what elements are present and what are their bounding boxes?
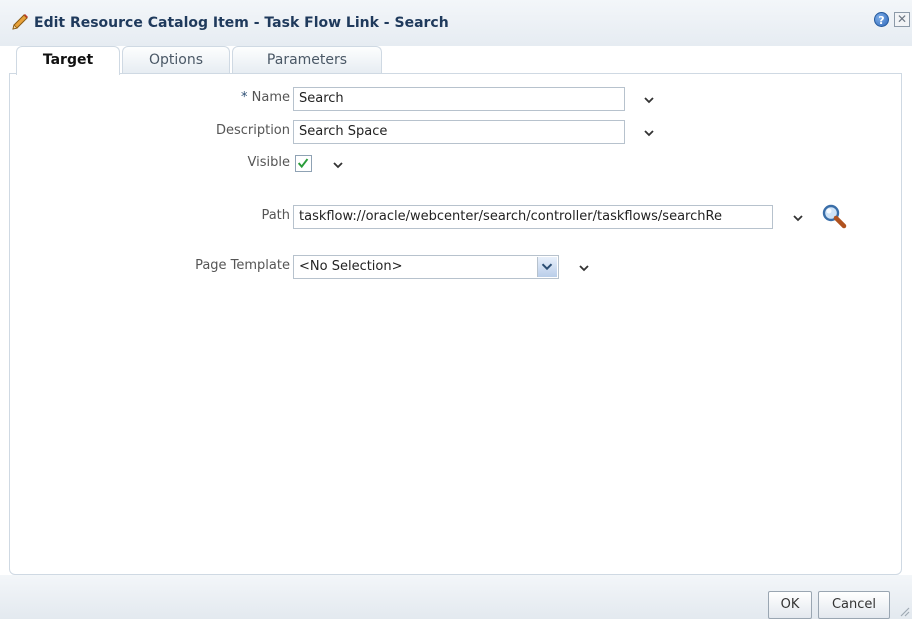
name-label-row: * Name xyxy=(10,87,290,111)
chevron-down-icon[interactable] xyxy=(642,126,656,140)
chevron-down-icon[interactable] xyxy=(642,93,656,107)
description-label: Description xyxy=(215,123,290,138)
required-marker: * xyxy=(241,90,248,105)
name-label-text: Name xyxy=(251,90,290,105)
tab-options[interactable]: Options xyxy=(122,46,230,74)
tab-label: Parameters xyxy=(266,52,348,68)
tab-label: Target xyxy=(42,52,94,68)
ok-button[interactable]: OK xyxy=(768,591,812,619)
tab-parameters[interactable]: Parameters xyxy=(232,46,382,74)
dialog-title: Edit Resource Catalog Item - Task Flow L… xyxy=(34,15,449,31)
close-icon[interactable]: ✕ xyxy=(894,12,910,27)
name-field[interactable]: Search xyxy=(293,87,625,111)
page-template-selected: <No Selection> xyxy=(299,259,403,274)
visible-checkbox[interactable] xyxy=(295,155,312,172)
pencil-icon xyxy=(10,12,30,32)
visible-label: Visible xyxy=(247,155,290,170)
help-icon[interactable]: ? xyxy=(874,12,889,27)
page-template-select[interactable]: <No Selection> xyxy=(293,255,559,279)
visible-label-row: Visible xyxy=(10,152,290,176)
chevron-down-icon xyxy=(541,263,553,271)
dialog-titlebar: Edit Resource Catalog Item - Task Flow L… xyxy=(0,0,912,46)
tab-target[interactable]: Target xyxy=(16,46,120,75)
tab-bar: Target Options Parameters xyxy=(16,46,912,75)
name-label: * Name xyxy=(241,90,290,105)
page-template-label: Page Template xyxy=(195,258,290,273)
path-field[interactable]: taskflow://oracle/webcenter/search/contr… xyxy=(293,205,773,229)
chevron-down-icon[interactable] xyxy=(577,261,591,275)
dialog-footer: OK Cancel xyxy=(0,575,912,619)
select-arrow-button[interactable] xyxy=(537,257,557,277)
chevron-down-icon[interactable] xyxy=(331,158,345,172)
resize-grip-icon[interactable] xyxy=(898,605,910,617)
target-tab-panel: * Name Search Description Search Space V… xyxy=(9,73,902,575)
checkmark-icon xyxy=(297,158,309,169)
search-magnifier-icon[interactable] xyxy=(820,202,848,230)
description-label-row: Description xyxy=(10,120,290,144)
page-template-label-row: Page Template xyxy=(10,255,290,279)
cancel-button[interactable]: Cancel xyxy=(818,591,890,619)
path-label-row: Path xyxy=(10,205,290,229)
tab-label: Options xyxy=(148,52,204,68)
chevron-down-icon[interactable] xyxy=(791,211,805,225)
path-label: Path xyxy=(261,208,290,223)
description-field[interactable]: Search Space xyxy=(293,120,625,144)
